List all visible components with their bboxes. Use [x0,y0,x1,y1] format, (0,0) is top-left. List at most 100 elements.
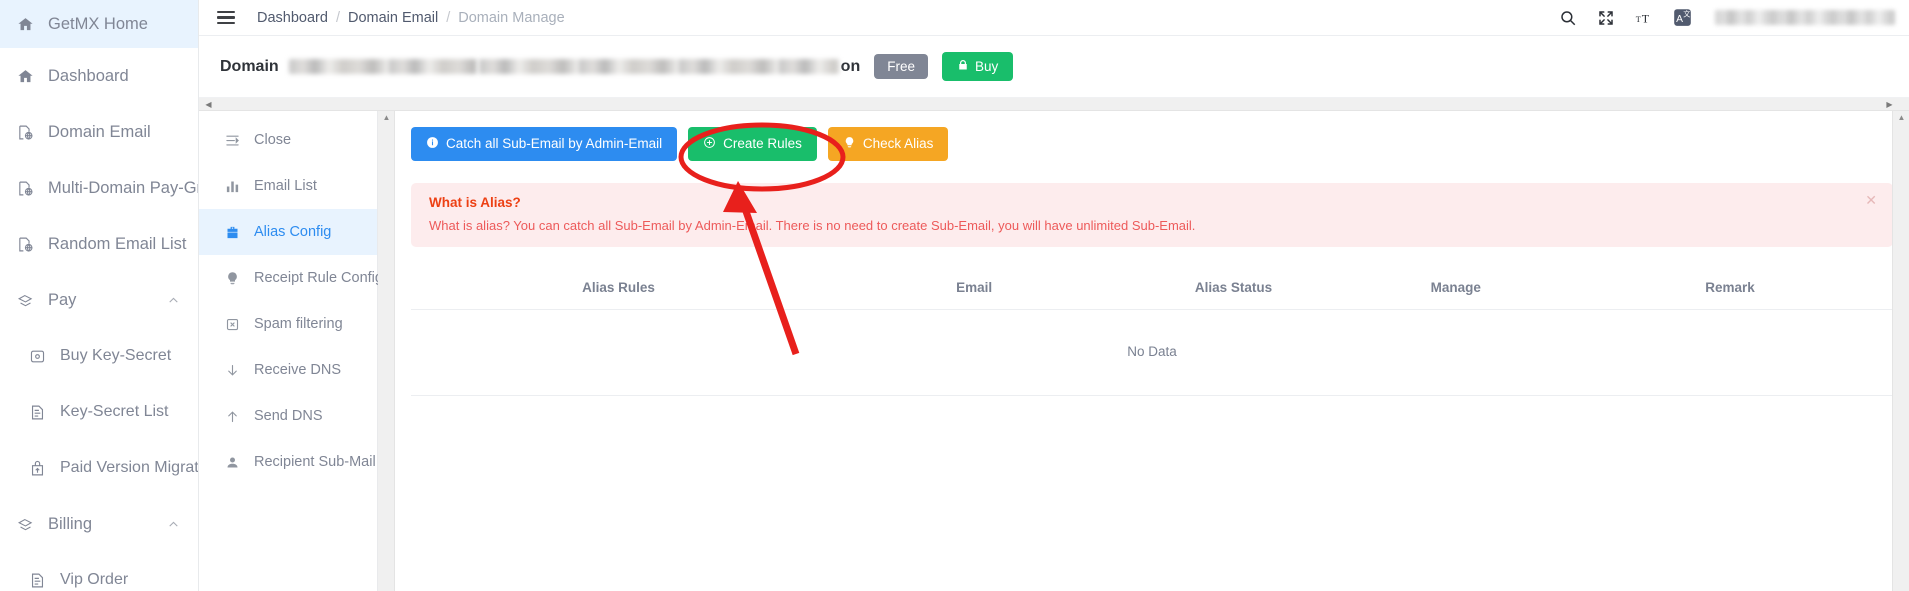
arrow-up-icon [221,409,243,424]
table-body: No Data [411,309,1893,396]
sidebar-item-random-email-list[interactable]: Random Email List [0,216,198,272]
subnav-item-alias-config[interactable]: Alias Config [199,209,377,255]
subnav-item-spam-filtering[interactable]: Spam filtering [199,301,377,347]
sidebar-group-pay[interactable]: Pay [0,272,198,328]
sidebar-item-label: Multi-Domain Pay-Group [48,178,198,197]
alias-info-alert: What is Alias? What is alias? You can ca… [411,182,1893,247]
sidebar-item-label: Buy Key-Secret [60,347,172,364]
sidebar-item-vip-order[interactable]: Vip Order [0,552,198,591]
domain-name-masked-part1 [288,59,477,74]
breadcrumb-domain-manage: Domain Manage [458,9,565,26]
briefcase-icon [221,225,243,240]
subnav-item-label: Alias Config [254,224,332,240]
plan-badge-free[interactable]: Free [874,53,928,80]
breadcrumb-domain-email[interactable]: Domain Email [348,10,438,26]
sidebar-item-multi-domain-pay-group[interactable]: Multi-Domain Pay-Group [0,160,198,216]
fullscreen-icon[interactable] [1595,7,1617,29]
translate-icon[interactable]: A 文 [1671,7,1693,29]
sidebar-item-buy-key-secret[interactable]: Buy Key-Secret [0,328,198,384]
account-name-masked[interactable] [1715,10,1895,25]
domain-name-masked-part2 [478,59,839,74]
main-column: Dashboard / Domain Email / Domain Manage [199,0,1909,591]
sidebar-item-label: Pay [48,290,77,309]
content-body: Close Email List Alias Config Receipt Ru… [199,111,1909,591]
alert-title: What is Alias? [429,194,521,210]
svg-text:文: 文 [1683,10,1690,19]
top-header: Dashboard / Domain Email / Domain Manage [199,0,1909,36]
check-alias-label: Check Alias [862,136,934,151]
sidebar-item-paid-version-migration[interactable]: Paid Version Migration [0,440,198,496]
info-icon [426,136,439,152]
sidebar-item-label: Dashboard [48,66,129,85]
create-rules-button[interactable]: Create Rules [688,127,817,161]
subnav-item-label: Receive DNS [254,362,342,378]
table-head: Alias Rules Email Alias Status Manage Re… [411,271,1893,310]
bulb-icon [843,136,856,152]
subnav-item-email-list[interactable]: Email List [199,163,377,209]
sidebar-item-key-secret-list[interactable]: Key-Secret List [0,384,198,440]
sidebar-item-label: Key-Secret List [60,403,169,420]
sidebar-item-label: GetMX Home [48,14,148,33]
panel-action-buttons: Catch all Sub-Email by Admin-Email Creat… [411,127,1893,161]
scroll-right-arrow-icon[interactable]: ▶ [1883,98,1896,111]
pay-icon [12,516,38,533]
sidebar-item-getmx-home[interactable]: GetMX Home [0,0,198,48]
user-icon [221,455,243,470]
breadcrumb: Dashboard / Domain Email / Domain Manage [257,10,565,26]
svg-text:A: A [1676,14,1683,25]
alias-rules-table: Alias Rules Email Alias Status Manage Re… [411,271,1893,396]
no-data-text: No Data [411,309,1893,396]
sidebar-item-label: Vip Order [60,571,129,588]
app-root: GetMX Home Dashboard Domain Email Multi-… [0,0,1909,591]
alias-config-panel: Catch all Sub-Email by Admin-Email Creat… [395,111,1909,591]
subnav-item-close[interactable]: Close [199,117,377,163]
catch-all-sub-email-button[interactable]: Catch all Sub-Email by Admin-Email [411,127,678,161]
subnav-item-recipient-sub-mail[interactable]: Recipient Sub-Mail [199,439,377,485]
font-size-icon[interactable]: T T [1633,7,1655,29]
wallet-icon [22,348,52,365]
subnav-item-send-dns[interactable]: Send DNS [199,393,377,439]
scroll-up-arrow-icon[interactable]: ▲ [378,114,395,122]
domain-label: Domain [220,57,279,75]
migrate-icon [22,460,52,477]
list-icon [22,572,52,589]
subnav-item-receipt-rule-config[interactable]: Receipt Rule Config [199,255,383,301]
content-scroll-gutter[interactable]: ▲ [378,111,395,591]
column-header-alias-rules: Alias Rules [411,271,826,310]
subnav-item-label: Recipient Sub-Mail [254,454,376,470]
hamburger-icon[interactable] [217,7,239,29]
page-vertical-scrollbar[interactable]: ▲ [1892,111,1909,591]
primary-sidebar: GetMX Home Dashboard Domain Email Multi-… [0,0,199,591]
scroll-left-arrow-icon[interactable]: ◀ [202,98,215,111]
bulb-icon [221,271,243,286]
close-icon[interactable]: ✕ [1865,193,1877,207]
sidebar-item-domain-email[interactable]: Domain Email [0,104,198,160]
check-alias-button[interactable]: Check Alias [827,127,949,161]
domain-icon [12,180,38,197]
sidebar-item-label: Random Email List [48,234,187,253]
list-icon [22,404,52,421]
search-icon[interactable] [1557,7,1579,29]
sidebar-item-label: Domain Email [48,122,151,141]
spam-icon [221,317,243,332]
chevron-up-icon[interactable] [167,518,180,531]
sidebar-item-dashboard[interactable]: Dashboard [0,48,198,104]
breadcrumb-dashboard[interactable]: Dashboard [257,10,328,26]
column-header-alias-status: Alias Status [1122,271,1345,310]
domain-name-suffix: on [840,57,861,75]
subnav-item-receive-dns[interactable]: Receive DNS [199,347,377,393]
header-actions: T T A 文 [1557,7,1895,29]
domain-icon [12,124,38,141]
bar-chart-icon [221,179,243,194]
domain-icon [12,236,38,253]
sidebar-group-billing[interactable]: Billing [0,496,198,552]
scroll-up-arrow-icon[interactable]: ▲ [1893,114,1909,122]
horizontal-scrollbar[interactable]: ◀ ▶ [199,98,1909,111]
subnav-item-label: Email List [254,178,317,194]
collapse-icon [221,133,243,148]
create-rules-label: Create Rules [723,136,802,151]
chevron-up-icon[interactable] [167,294,180,307]
subnav-item-label: Send DNS [254,408,323,424]
secondary-nav: Close Email List Alias Config Receipt Ru… [199,111,383,591]
buy-button[interactable]: Buy [941,52,1014,81]
